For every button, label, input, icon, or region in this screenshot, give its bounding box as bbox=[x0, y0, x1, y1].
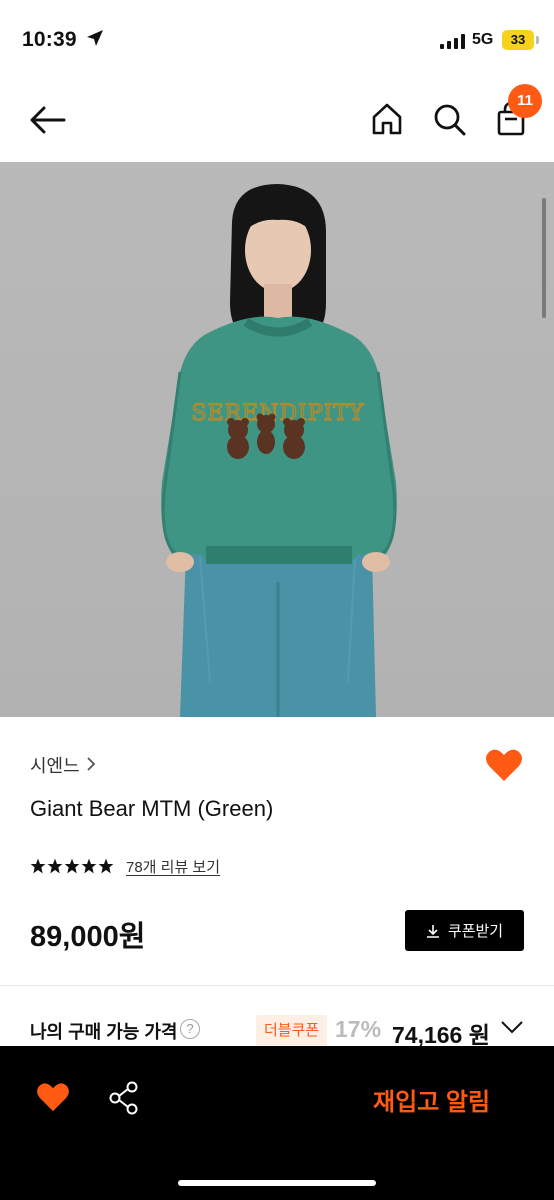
chevron-down-icon[interactable] bbox=[500, 1020, 524, 1039]
discount-rate: 17% bbox=[335, 1016, 382, 1042]
help-icon[interactable]: ? bbox=[180, 1019, 200, 1039]
back-arrow-icon[interactable] bbox=[28, 102, 68, 138]
star-icon bbox=[64, 858, 80, 874]
product-price: 89,000원 bbox=[30, 921, 146, 953]
favorite-heart-icon[interactable] bbox=[485, 748, 523, 782]
home-icon[interactable] bbox=[368, 100, 406, 138]
coupon-button-label: 쿠폰받기 bbox=[447, 923, 504, 940]
get-coupon-button[interactable]: 쿠폰받기 bbox=[405, 910, 524, 951]
section-divider bbox=[0, 985, 554, 986]
product-image[interactable]: SERENDIPITY bbox=[0, 162, 554, 717]
cart-count-badge: 11 bbox=[508, 84, 542, 118]
status-bar: 10:39 5G 33 bbox=[0, 0, 554, 80]
product-photo: SERENDIPITY bbox=[161, 184, 397, 717]
star-icon bbox=[47, 858, 63, 874]
battery-tip bbox=[536, 36, 539, 44]
restock-alert-button[interactable]: 재입고 알림 bbox=[373, 1082, 490, 1117]
cellular-signal-icon bbox=[440, 33, 465, 49]
search-icon[interactable] bbox=[430, 100, 468, 138]
wishlist-heart-icon[interactable] bbox=[36, 1082, 70, 1117]
location-arrow-icon bbox=[86, 29, 104, 52]
star-icon bbox=[98, 858, 114, 874]
rating-stars bbox=[30, 858, 114, 874]
top-nav: 11 bbox=[0, 80, 554, 162]
network-type: 5G bbox=[472, 31, 494, 48]
star-icon bbox=[81, 858, 97, 874]
share-icon[interactable] bbox=[108, 1081, 140, 1120]
double-coupon-tag: 더블쿠폰 bbox=[256, 1015, 328, 1047]
product-name: Giant Bear MTM (Green) bbox=[30, 796, 274, 821]
home-indicator bbox=[178, 1180, 376, 1186]
shirt-print-text: SERENDIPITY bbox=[191, 401, 364, 426]
image-scroll-indicator bbox=[542, 198, 546, 318]
chevron-right-icon[interactable] bbox=[86, 756, 96, 777]
my-price-label: 나의 구매 가능 가격 bbox=[30, 1022, 178, 1042]
download-icon bbox=[426, 924, 439, 938]
status-time: 10:39 bbox=[22, 28, 77, 51]
star-icon bbox=[30, 858, 46, 874]
battery-icon: 33 bbox=[502, 30, 534, 50]
final-price: 74,166 원 bbox=[392, 1022, 490, 1048]
reviews-link[interactable]: 78개 리뷰 보기 bbox=[126, 856, 220, 877]
brand-link[interactable]: 시엔느 bbox=[30, 752, 80, 778]
bottom-action-bar: 재입고 알림 bbox=[0, 1046, 554, 1200]
